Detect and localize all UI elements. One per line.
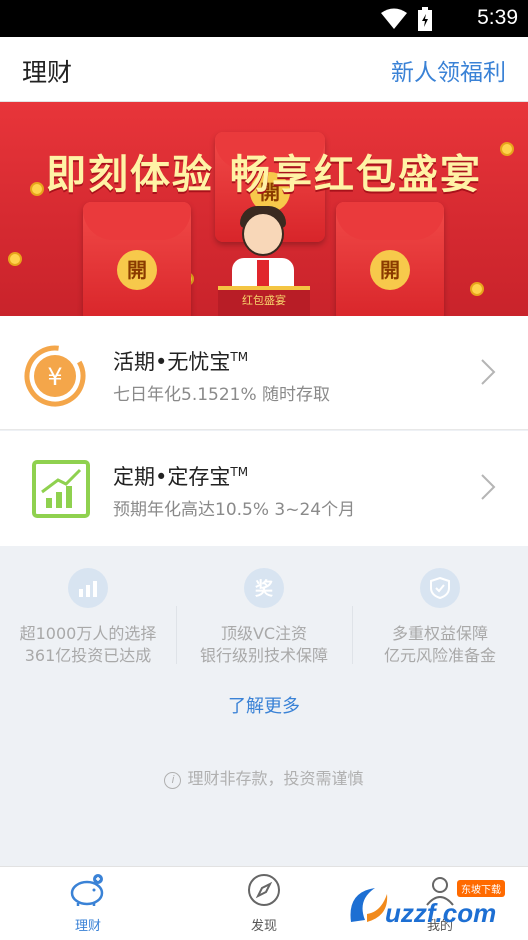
product-desc: 预期年化高达10.5% 3~24个月 (113, 500, 356, 520)
gift-box: 红包盛宴 (218, 286, 310, 316)
red-envelope-left: 開 (83, 202, 191, 316)
new-user-welfare-link[interactable]: 新人领福利 (391, 53, 506, 87)
risk-disclaimer: i 理财非存款，投资需谨慎 (0, 765, 528, 789)
promo-banner[interactable]: 開 開 開 即刻体验 畅享红包盛宴 红包盛宴 (0, 102, 528, 316)
wifi-icon (381, 8, 407, 29)
tab-finance[interactable]: 理财 (0, 873, 176, 934)
banner-headline: 即刻体验 畅享红包盛宴 (46, 152, 482, 198)
feature-users: 超1000万人的选择 361亿投资已达成 (0, 568, 176, 667)
product-name: 定期•定存宝TM (113, 465, 249, 489)
product-name: 活期•无忧宝TM (113, 350, 249, 374)
compass-icon (248, 874, 280, 906)
tab-discover[interactable]: 发现 (176, 873, 352, 934)
feature-security: 多重权益保障 亿元风险准备金 (352, 568, 528, 667)
site-watermark: uzzf.com 东坡下载 (345, 876, 525, 936)
red-envelope-right: 開 (336, 202, 444, 316)
svg-text:¥: ¥ (47, 363, 62, 391)
mascot-head (242, 212, 284, 256)
coin-decoration (8, 252, 22, 266)
growth-chart-icon (32, 460, 90, 518)
status-icons (380, 7, 432, 31)
shield-icon (420, 568, 460, 608)
product-row-fixed[interactable]: 定期•定存宝TM 预期年化高达10.5% 3~24个月 (0, 431, 528, 546)
chevron-right-icon (481, 474, 496, 500)
status-bar: 5:39 (0, 0, 528, 37)
chevron-right-icon (481, 359, 496, 385)
learn-more-link[interactable]: 了解更多 (0, 692, 528, 718)
battery-icon (418, 7, 432, 31)
award-icon: 奖 (244, 568, 284, 608)
piggy-bank-icon (70, 874, 104, 906)
product-desc: 七日年化5.1521% 随时存取 (113, 385, 331, 405)
coin-decoration (470, 282, 484, 296)
features-section: 超1000万人的选择 361亿投资已达成 奖 顶级VC注资 银行级别技术保障 多… (0, 546, 528, 866)
yuan-icon: ¥ (24, 345, 86, 407)
status-time: 5:39 (477, 6, 518, 29)
info-icon: i (164, 772, 182, 789)
product-row-current[interactable]: ¥ 活期•无忧宝TM 七日年化5.1521% 随时存取 (0, 316, 528, 430)
page-title: 理财 (22, 58, 73, 87)
feature-vc: 奖 顶级VC注资 银行级别技术保障 (176, 568, 352, 667)
bar-chart-icon (68, 568, 108, 608)
app-header: 理财 新人领福利 (0, 37, 528, 102)
